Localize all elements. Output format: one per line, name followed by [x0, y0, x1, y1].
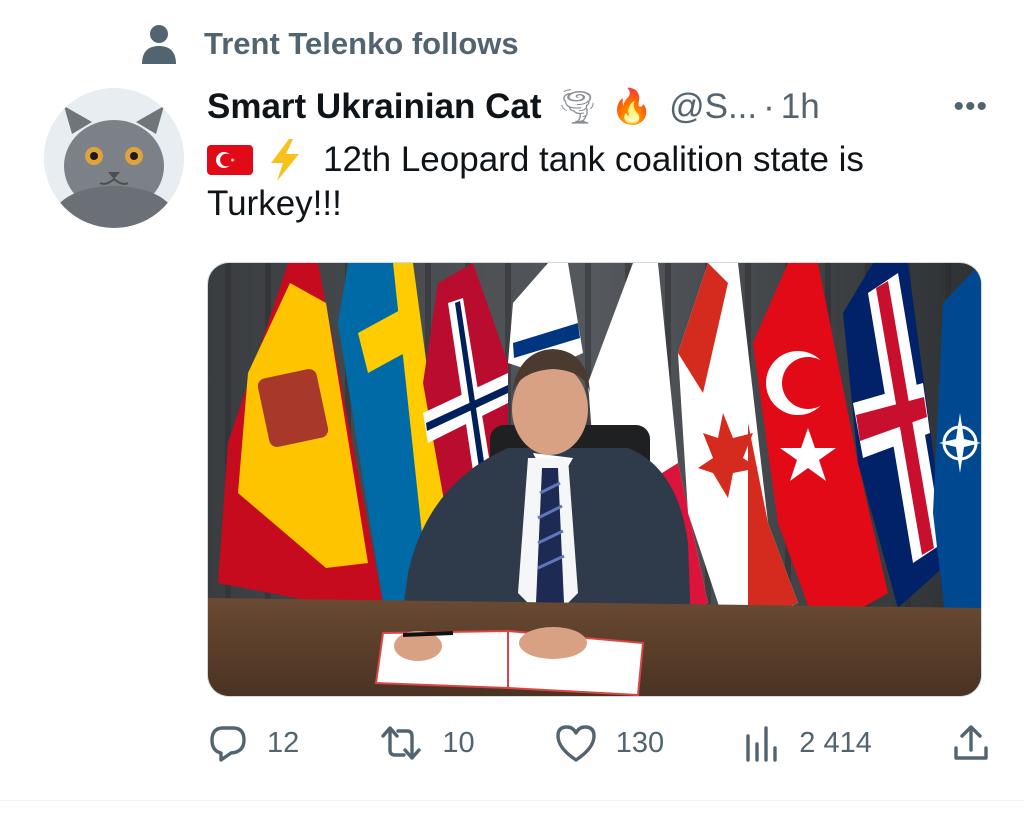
turkey-flag-icon — [207, 145, 253, 175]
tweet-timestamp[interactable]: 1h — [781, 87, 820, 127]
divider — [0, 800, 1024, 801]
author-display-name[interactable]: Smart Ukrainian Cat — [207, 87, 542, 127]
heart-icon — [554, 722, 598, 764]
tornado-icon: 🌪 — [555, 88, 599, 126]
photo-flags-signing — [208, 263, 981, 696]
lightning-icon — [271, 139, 299, 181]
fire-icon: 🔥 — [610, 88, 654, 126]
tweet-actions: 12 10 130 2 414 — [207, 718, 991, 768]
cat-avatar-image — [44, 88, 184, 228]
separator-dot: · — [763, 87, 775, 126]
like-count: 130 — [615, 726, 665, 759]
tweet-text: 12th Leopard tank coalition state is Tur… — [207, 138, 987, 226]
reply-icon — [207, 722, 249, 764]
person-icon — [140, 24, 178, 64]
share-button[interactable] — [951, 722, 991, 764]
views-count: 2 414 — [799, 726, 872, 759]
tweet-text-body: 12th Leopard tank coalition state is Tur… — [207, 140, 864, 223]
social-context[interactable]: Trent Telenko follows — [140, 24, 519, 64]
social-context-text: Trent Telenko follows — [204, 26, 519, 61]
views-button[interactable]: 2 414 — [743, 722, 872, 764]
share-icon — [951, 722, 991, 764]
like-button[interactable]: 130 — [554, 722, 664, 764]
reply-count: 12 — [267, 726, 300, 759]
reply-button[interactable]: 12 — [207, 722, 299, 764]
avatar[interactable] — [44, 88, 184, 228]
author-handle[interactable]: @S... — [669, 87, 757, 127]
retweet-button[interactable]: 10 — [378, 722, 475, 764]
views-chart-icon — [743, 722, 781, 764]
retweet-icon — [378, 722, 424, 764]
tweet-media-image[interactable] — [207, 262, 982, 697]
tweet-header: Smart Ukrainian Cat 🌪 🔥 @S... · 1h ••• — [207, 82, 988, 132]
more-options-icon[interactable]: ••• — [953, 90, 988, 124]
retweet-count: 10 — [442, 726, 475, 759]
